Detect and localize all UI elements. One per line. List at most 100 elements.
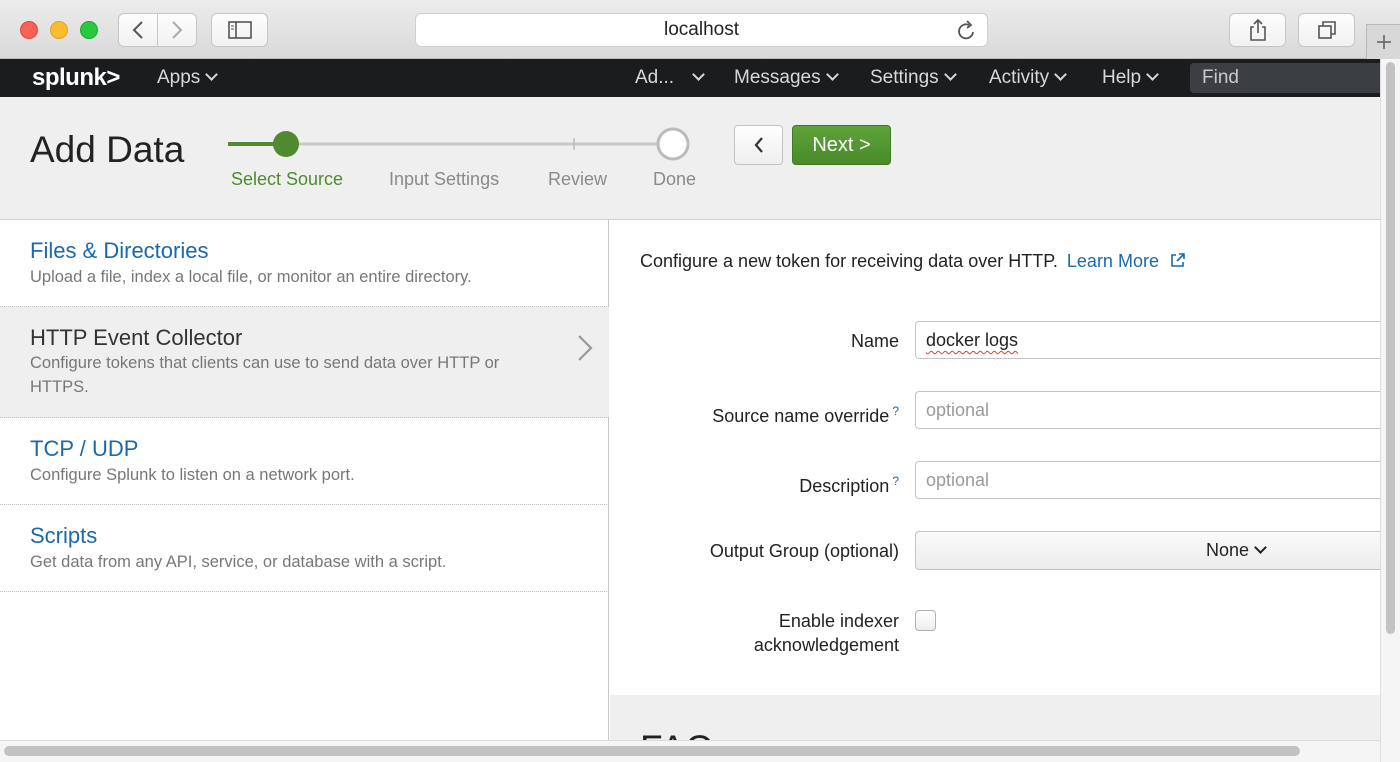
messages-menu-label: Messages (734, 67, 821, 88)
messages-menu[interactable]: Messages (734, 59, 839, 97)
step-label-input-settings: Input Settings (389, 169, 500, 189)
splunk-nav-bar: splunk> Apps Ad... Messages Settings Act… (0, 59, 1380, 97)
next-step-button[interactable]: Next > (792, 125, 891, 165)
next-button-label: Next > (812, 133, 871, 156)
browser-toolbar: localhost (0, 0, 1400, 59)
chevron-down-icon (1254, 541, 1267, 554)
help-icon[interactable]: ? (892, 474, 899, 488)
name-input[interactable]: docker logs (915, 321, 1385, 359)
source-name-override-label: Source name override? (712, 399, 899, 428)
chevron-right-icon (172, 21, 183, 39)
source-description: Get data from any API, service, or datab… (30, 553, 447, 571)
add-data-header: Add Data Select Source Input Settings Re… (0, 97, 1380, 220)
source-scripts[interactable]: Scripts Get data from any API, service, … (0, 505, 609, 592)
description-label: Description? (799, 469, 899, 498)
source-tcp-udp[interactable]: TCP / UDP Configure Splunk to listen on … (0, 418, 609, 505)
apps-menu-label: Apps (157, 67, 201, 88)
logo-text: splunk> (32, 64, 120, 91)
learn-more-link[interactable]: Learn More (1067, 251, 1186, 271)
forward-button[interactable] (157, 13, 197, 47)
output-group-select[interactable]: None (915, 531, 1385, 570)
share-button[interactable] (1229, 13, 1286, 47)
source-description: Configure Splunk to listen on a network … (30, 466, 355, 484)
description-text: Description (799, 476, 890, 496)
find-placeholder: Find (1202, 67, 1239, 88)
step-label-done: Done (653, 169, 697, 189)
tabs-icon (1317, 21, 1336, 39)
indexer-ack-label-line1: Enable indexer (778, 611, 899, 631)
source-title: TCP / UDP (30, 436, 139, 461)
tabs-overview-button[interactable] (1298, 13, 1355, 47)
step-marker-current (273, 131, 299, 157)
help-menu-label: Help (1102, 67, 1142, 88)
help-icon[interactable]: ? (892, 404, 899, 418)
step-label-select-source: Select Source (231, 169, 344, 189)
horizontal-scrollbar[interactable] (0, 740, 1380, 762)
source-title: Scripts (30, 523, 98, 548)
external-link-icon (1171, 253, 1185, 267)
sidebar-icon (227, 21, 252, 39)
horizontal-scrollbar-thumb[interactable] (4, 746, 1300, 756)
source-title: HTTP Event Collector (30, 325, 243, 350)
chevron-down-icon (1054, 68, 1068, 81)
output-group-value: None (1206, 540, 1250, 560)
url-text: localhost (664, 19, 739, 40)
learn-more-label: Learn More (1066, 251, 1159, 271)
name-value: docker logs (926, 330, 1019, 350)
source-description: Configure tokens that clients can use to… (30, 354, 500, 396)
plus-icon (1376, 35, 1391, 49)
sidebar-toggle-button[interactable] (211, 13, 268, 47)
splunk-logo[interactable]: splunk> (32, 59, 120, 97)
indexer-ack-label-line2: acknowledgement (753, 635, 899, 655)
previous-step-button[interactable] (734, 125, 783, 165)
new-tab-button[interactable] (1366, 24, 1400, 59)
back-button[interactable] (118, 13, 158, 47)
token-form-panel: Configure a new token for receiving data… (610, 220, 1385, 740)
settings-menu[interactable]: Settings (870, 59, 957, 97)
address-bar[interactable]: localhost (415, 13, 988, 47)
vertical-scrollbar[interactable] (1380, 59, 1400, 762)
admin-menu-label: Ad... (635, 67, 675, 88)
source-name-override-text: Source name override (712, 406, 890, 426)
find-input[interactable]: Find (1190, 63, 1380, 93)
source-files-directories[interactable]: Files & Directories Upload a file, index… (0, 220, 609, 307)
description-placeholder: optional (926, 470, 990, 490)
help-menu[interactable]: Help (1102, 59, 1159, 97)
source-http-event-collector[interactable]: HTTP Event Collector Configure tokens th… (0, 307, 609, 418)
step-progress-track (228, 127, 690, 161)
faq-section: FAQ (610, 695, 1380, 740)
reload-icon[interactable] (957, 20, 977, 42)
apps-menu[interactable]: Apps (157, 59, 219, 97)
page-title: Add Data (30, 129, 185, 170)
source-name-placeholder: optional (926, 400, 990, 420)
description-input[interactable]: optional (915, 461, 1385, 499)
chevron-left-icon (132, 21, 143, 39)
form-intro-text: Configure a new token for receiving data… (640, 251, 1058, 271)
source-list: Files & Directories Upload a file, index… (0, 220, 609, 740)
faq-heading: FAQ (640, 728, 714, 740)
indexer-ack-checkbox[interactable] (915, 610, 936, 631)
close-window-button[interactable] (20, 21, 38, 39)
chevron-left-icon (754, 137, 763, 153)
minimize-window-button[interactable] (50, 21, 68, 39)
chevron-right-icon (578, 335, 593, 361)
vertical-scrollbar-thumb[interactable] (1386, 62, 1395, 634)
output-group-label: Output Group (optional) (709, 541, 899, 561)
chevron-down-icon (943, 68, 957, 81)
name-label: Name (850, 331, 899, 351)
share-icon (1249, 18, 1266, 41)
activity-menu[interactable]: Activity (989, 59, 1068, 97)
source-name-override-input[interactable]: optional (915, 391, 1385, 429)
indexer-ack-label: Enable indexer acknowledgement (754, 609, 899, 657)
form-intro: Configure a new token for receiving data… (640, 251, 1186, 272)
admin-menu[interactable]: Ad... (635, 59, 705, 97)
step-label-review: Review (548, 169, 608, 189)
chevron-down-icon (692, 68, 705, 81)
step-marker-done (656, 127, 690, 161)
chevron-down-icon (1146, 68, 1159, 81)
chevron-down-icon (205, 68, 219, 81)
source-description: Upload a file, index a local file, or mo… (30, 268, 472, 286)
chevron-down-icon (825, 68, 839, 81)
maximize-window-button[interactable] (80, 21, 98, 39)
settings-menu-label: Settings (870, 67, 939, 88)
